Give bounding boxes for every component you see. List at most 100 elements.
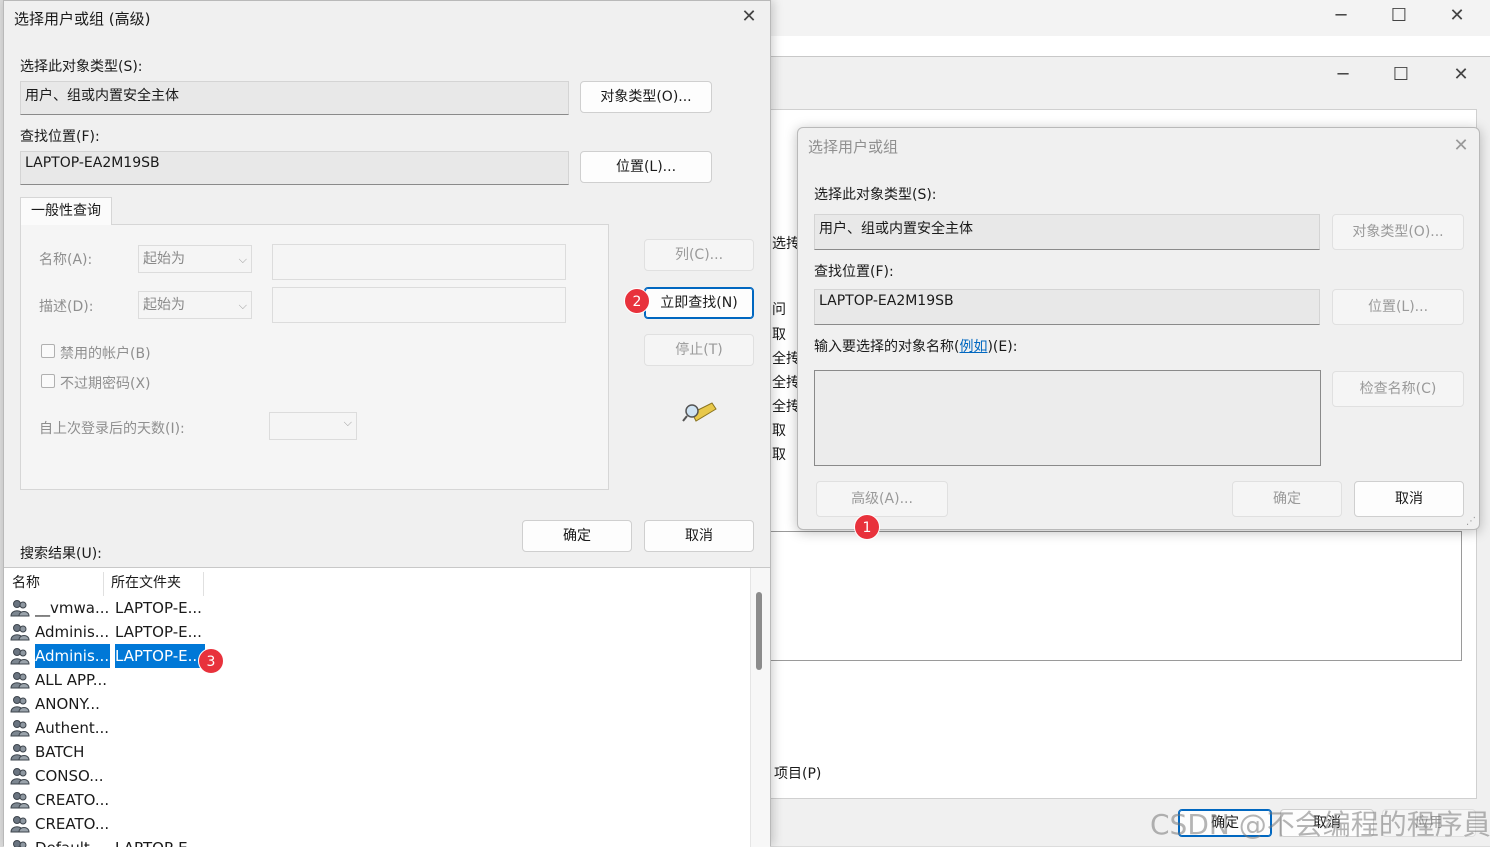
user-group-icon bbox=[10, 767, 30, 785]
search-magnifier-icon bbox=[682, 397, 718, 425]
result-row[interactable]: BATCH bbox=[10, 740, 210, 764]
disabled-accounts-checkbox[interactable] bbox=[41, 344, 55, 358]
object-type-label: 选择此对象类型(S): bbox=[20, 56, 143, 76]
find-now-button[interactable]: 立即查找(N) bbox=[644, 287, 754, 319]
chevron-down-icon: ⌵ bbox=[344, 416, 352, 430]
result-folder: LAPTOP-E... bbox=[115, 836, 205, 847]
column-header-folder[interactable]: 所在文件夹 bbox=[111, 572, 204, 596]
result-row[interactable]: CREATO... bbox=[10, 812, 210, 836]
location-field: LAPTOP-EA2M19SB bbox=[20, 151, 569, 185]
result-name: CONSO... bbox=[35, 764, 110, 788]
fragment-6: 取 bbox=[772, 420, 786, 440]
description-label: 描述(D): bbox=[39, 296, 93, 316]
close-icon[interactable]: ✕ bbox=[1446, 134, 1476, 158]
advanced-dialog-title: 选择用户或组 (高级) bbox=[14, 8, 150, 29]
step-badge-3: 3 bbox=[198, 648, 224, 674]
dialog-title: 选择用户或组 bbox=[808, 136, 898, 157]
permissions-list[interactable] bbox=[770, 531, 1462, 661]
name-textbox[interactable] bbox=[272, 244, 566, 280]
location-field: LAPTOP-EA2M19SB bbox=[814, 289, 1320, 325]
user-group-icon bbox=[10, 599, 30, 617]
fragment-5: 全抟 bbox=[772, 396, 800, 416]
maximize-icon[interactable]: ☐ bbox=[1384, 4, 1414, 28]
result-row[interactable]: Authent... bbox=[10, 716, 210, 740]
minimize-icon[interactable]: ─ bbox=[1328, 63, 1358, 87]
items-label: 项目(P) bbox=[774, 763, 821, 783]
examples-link[interactable]: 例如 bbox=[959, 339, 987, 355]
user-group-icon bbox=[10, 743, 30, 761]
result-name: Authent... bbox=[35, 716, 110, 740]
advanced-ok-button[interactable]: 确定 bbox=[522, 520, 632, 552]
select-users-dialog: 选择用户或组 ✕ 选择此对象类型(S): 用户、组或内置安全主体 对象类型(O)… bbox=[797, 127, 1480, 530]
name-label: 名称(A): bbox=[39, 249, 92, 269]
result-row[interactable]: ALL APP... bbox=[10, 668, 210, 692]
advanced-button[interactable]: 高级(A)... bbox=[816, 481, 948, 517]
locations-button[interactable]: 位置(L)... bbox=[1332, 289, 1464, 325]
simple-ok-button[interactable]: 确定 bbox=[1232, 481, 1342, 517]
user-group-icon bbox=[10, 815, 30, 833]
result-name: ALL APP... bbox=[35, 668, 110, 692]
advanced-cancel-button[interactable]: 取消 bbox=[644, 520, 754, 552]
object-types-button[interactable]: 对象类型(O)... bbox=[1332, 214, 1464, 250]
description-textbox[interactable] bbox=[272, 287, 566, 323]
scrollbar-thumb[interactable] bbox=[756, 592, 762, 670]
fragment-2: 取 bbox=[772, 324, 786, 344]
advanced-dialog: 选择用户或组 (高级) ✕ 选择此对象类型(S): 用户、组或内置安全主体 对象… bbox=[3, 0, 771, 846]
step-badge-1: 1 bbox=[854, 514, 880, 540]
result-row[interactable]: CONSO... bbox=[10, 764, 210, 788]
close-icon[interactable]: ✕ bbox=[1446, 63, 1476, 87]
search-results-list[interactable]: 名称 所在文件夹 __vmwa...LAPTOP-E...Adminis...L… bbox=[4, 567, 770, 847]
location-label: 查找位置(F): bbox=[20, 126, 100, 146]
result-folder: LAPTOP-E... bbox=[115, 644, 205, 668]
simple-cancel-button[interactable]: 取消 bbox=[1354, 481, 1464, 517]
select-fragment: 选抟 bbox=[772, 233, 800, 253]
result-name: __vmwa... bbox=[35, 596, 110, 620]
fragment-7: 取 bbox=[772, 444, 786, 464]
enter-names-label: 输入要选择的对象名称(例如)(E): bbox=[814, 336, 1017, 356]
object-type-field: 用户、组或内置安全主体 bbox=[814, 214, 1320, 250]
user-group-icon bbox=[10, 719, 30, 737]
name-condition-combo[interactable]: 起始为 ⌵ bbox=[138, 245, 252, 273]
fragment-3: 全抟 bbox=[772, 348, 800, 368]
object-names-textarea[interactable] bbox=[814, 370, 1321, 466]
name-combo-value: 起始为 bbox=[143, 251, 185, 267]
description-combo-value: 起始为 bbox=[143, 297, 185, 313]
enter-names-suffix: )(E): bbox=[987, 339, 1017, 355]
close-icon[interactable]: ✕ bbox=[734, 5, 764, 29]
result-row[interactable]: CREATO... bbox=[10, 788, 210, 812]
object-type-label: 选择此对象类型(S): bbox=[814, 184, 937, 204]
result-row[interactable]: Adminis...LAPTOP-E... bbox=[10, 620, 210, 644]
result-row[interactable]: ANONY... bbox=[10, 692, 210, 716]
stop-button[interactable]: 停止(T) bbox=[644, 334, 754, 366]
user-group-icon bbox=[10, 647, 30, 665]
locations-button[interactable]: 位置(L)... bbox=[580, 151, 712, 183]
tab-common-queries[interactable]: 一般性查询 bbox=[20, 197, 112, 225]
days-since-logon-combo[interactable]: ⌵ bbox=[269, 412, 357, 440]
object-type-field: 用户、组或内置安全主体 bbox=[20, 81, 569, 115]
watermark: CSDN @不会编程的程序員 bbox=[1150, 803, 1490, 843]
minimize-icon[interactable]: ─ bbox=[1326, 4, 1356, 28]
result-name: ANONY... bbox=[35, 692, 110, 716]
result-row[interactable]: Adminis...LAPTOP-E... bbox=[10, 644, 210, 668]
non-expiring-password-label: 不过期密码(X) bbox=[60, 373, 151, 393]
result-row[interactable]: Default...LAPTOP-E... bbox=[10, 836, 210, 847]
query-panel: 名称(A): 起始为 ⌵ 描述(D): 起始为 ⌵ 禁用的帐户(B) 不过期密码… bbox=[20, 224, 609, 490]
resize-grip-icon[interactable]: ⋰ bbox=[1466, 516, 1476, 527]
close-icon[interactable]: ✕ bbox=[1442, 4, 1472, 28]
check-names-button[interactable]: 检查名称(C) bbox=[1332, 371, 1464, 407]
description-condition-combo[interactable]: 起始为 ⌵ bbox=[138, 291, 252, 319]
fragment-4: 全抟 bbox=[772, 372, 800, 392]
maximize-icon[interactable]: ☐ bbox=[1386, 63, 1416, 87]
non-expiring-password-checkbox[interactable] bbox=[41, 374, 55, 388]
column-header-name[interactable]: 名称 bbox=[12, 572, 104, 596]
step-badge-2: 2 bbox=[624, 288, 650, 314]
columns-button[interactable]: 列(C)... bbox=[644, 239, 754, 271]
fragment-1: 问 bbox=[772, 299, 786, 319]
result-row[interactable]: __vmwa...LAPTOP-E... bbox=[10, 596, 210, 620]
result-folder: LAPTOP-E... bbox=[115, 596, 205, 620]
chevron-down-icon: ⌵ bbox=[239, 295, 247, 317]
object-types-button[interactable]: 对象类型(O)... bbox=[580, 81, 712, 113]
disabled-accounts-label: 禁用的帐户(B) bbox=[60, 343, 151, 363]
user-group-icon bbox=[10, 623, 30, 641]
location-label: 查找位置(F): bbox=[814, 261, 894, 281]
